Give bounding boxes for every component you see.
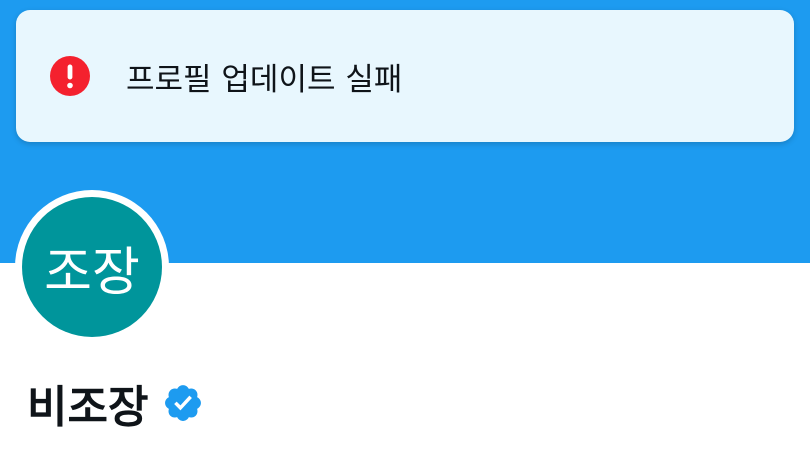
verified-badge-icon[interactable] bbox=[162, 382, 204, 424]
profile-display-name: 비조장 bbox=[27, 382, 149, 433]
avatar-initials: 조장 bbox=[44, 242, 140, 303]
toast-message: 프로필 업데이트 실패 bbox=[126, 61, 403, 98]
error-toast: 프로필 업데이트 실패 bbox=[16, 10, 794, 142]
avatar[interactable]: 조장 bbox=[22, 197, 162, 337]
profile-name-row: 비조장 bbox=[27, 368, 204, 438]
error-icon bbox=[50, 56, 90, 96]
